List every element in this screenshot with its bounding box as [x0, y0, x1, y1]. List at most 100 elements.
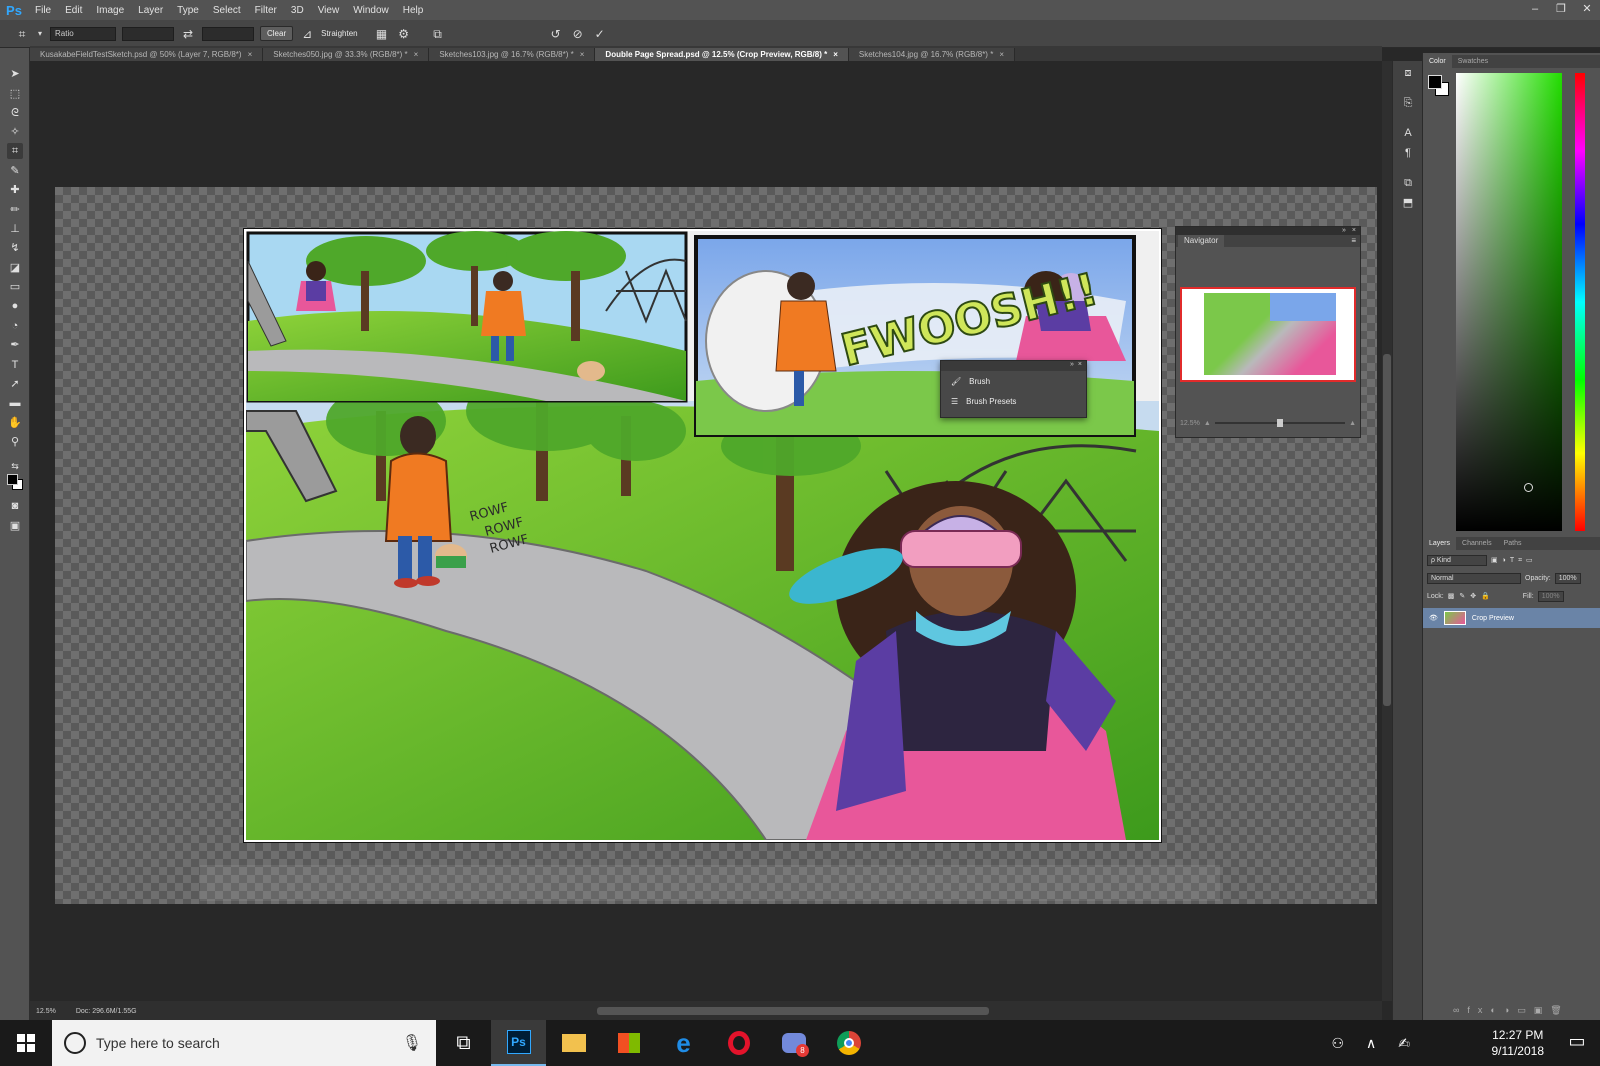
blend-mode-select[interactable]: Normal — [1427, 572, 1521, 584]
hand-tool-icon[interactable]: ✋ — [7, 415, 23, 431]
fill-input[interactable]: 100% — [1537, 590, 1564, 602]
quick-mask-icon[interactable]: ◙ — [7, 498, 23, 514]
minimize-button[interactable]: – — [1522, 2, 1548, 16]
start-button[interactable] — [0, 1020, 52, 1066]
screen-mode-icon[interactable]: ▣ — [7, 518, 23, 534]
comic-artwork[interactable]: ROWF ROWF ROWF FWOOSH!! — [243, 228, 1162, 843]
close-button[interactable]: ✕ — [1574, 2, 1600, 16]
crop-tool-icon[interactable]: ⌗ — [14, 26, 30, 42]
tab-double-page-spread[interactable]: Double Page Spread.psd @ 12.5% (Crop Pre… — [595, 48, 849, 61]
blur-tool-icon[interactable]: ● — [7, 298, 23, 314]
action-center-icon[interactable]: ▭ — [1566, 1031, 1588, 1053]
menu-type[interactable]: Type — [170, 5, 206, 16]
healing-brush-icon[interactable]: ✚ — [7, 182, 23, 198]
collapse-icon[interactable]: » — [1342, 227, 1346, 235]
collapse-icon[interactable]: » — [1070, 361, 1074, 371]
visibility-eye-icon[interactable]: 👁 — [1429, 614, 1438, 622]
discord-button[interactable]: 8 — [766, 1020, 821, 1066]
tab-layers[interactable]: Layers — [1423, 537, 1457, 550]
close-icon[interactable]: × — [580, 50, 585, 59]
menu-3d[interactable]: 3D — [284, 5, 311, 16]
eyedropper-icon[interactable]: ✎ — [7, 163, 23, 179]
magic-wand-icon[interactable]: ✧ — [7, 124, 23, 140]
brush-panel-icon[interactable]: ⧉ — [1400, 175, 1416, 191]
color-swatch[interactable] — [1428, 75, 1450, 97]
menu-layer[interactable]: Layer — [131, 5, 170, 16]
chrome-button[interactable] — [821, 1020, 876, 1066]
color-picker-field[interactable] — [1456, 73, 1562, 531]
photoshop-taskbar-button[interactable]: Ps — [491, 1020, 546, 1066]
chevron-down-icon[interactable]: ▾ — [36, 26, 44, 42]
hue-slider[interactable] — [1575, 73, 1585, 531]
cancel-icon[interactable]: ⊘ — [570, 26, 586, 42]
history-panel-icon[interactable]: ⧈ — [1400, 65, 1416, 81]
marquee-tool-icon[interactable]: ⬚ — [7, 86, 23, 102]
vertical-scroll-thumb[interactable] — [1383, 354, 1391, 706]
straighten-button[interactable]: Straighten — [321, 29, 357, 38]
tab-sketches103[interactable]: Sketches103.jpg @ 16.7% (RGB/8*) * × — [429, 48, 596, 61]
overlay-grid-icon[interactable]: ▦ — [374, 26, 390, 42]
restore-button[interactable]: ❐ — [1548, 2, 1574, 16]
tab-paths[interactable]: Paths — [1498, 537, 1528, 550]
zoom-slider[interactable] — [1214, 419, 1346, 427]
commit-icon[interactable]: ✓ — [592, 26, 608, 42]
taskbar-search[interactable]: Type here to search 🎙 — [52, 1020, 436, 1066]
edge-button[interactable]: e — [656, 1020, 711, 1066]
zoom-level[interactable]: 12.5% — [36, 1008, 56, 1020]
clear-button[interactable]: Clear — [260, 26, 294, 41]
microphone-icon[interactable]: 🎙 — [402, 1033, 422, 1053]
menu-image[interactable]: Image — [89, 5, 131, 16]
paragraph-panel-icon[interactable]: ¶ — [1400, 145, 1416, 161]
panel-menu-icon[interactable]: ≡ — [1351, 235, 1360, 247]
swap-colors-icon[interactable]: ⇆ — [7, 458, 23, 474]
layer-filter-kind[interactable]: ρ Kind — [1427, 554, 1487, 566]
navigator-zoom-value[interactable]: 12.5% — [1180, 420, 1200, 427]
layer-row-crop-preview[interactable]: 👁 Crop Preview — [1423, 608, 1600, 628]
gear-icon[interactable]: ⚙ — [396, 26, 412, 42]
brush-tool-icon[interactable]: ✏ — [7, 202, 23, 218]
pen-workspace-icon[interactable]: ✍ — [1398, 1035, 1410, 1052]
ratio-select[interactable]: Ratio — [50, 26, 116, 41]
character-panel-icon[interactable]: A — [1400, 125, 1416, 141]
ratio-width-input[interactable] — [122, 26, 174, 41]
lasso-tool-icon[interactable]: ᘓ — [7, 105, 23, 121]
brush-presets-item[interactable]: ☰ Brush Presets — [941, 391, 1086, 411]
move-tool-icon[interactable]: ➤ — [7, 66, 23, 82]
menu-window[interactable]: Window — [346, 5, 396, 16]
people-icon[interactable]: ⚇ — [1331, 1035, 1344, 1052]
tab-channels[interactable]: Channels — [1456, 537, 1498, 550]
zoom-out-icon[interactable]: ▲ — [1204, 420, 1211, 427]
pen-tool-icon[interactable]: ✒ — [7, 337, 23, 353]
filter-icons[interactable]: ▣◑T⌗▭ — [1491, 556, 1537, 565]
file-explorer-button[interactable] — [546, 1020, 601, 1066]
opacity-input[interactable]: 100% — [1554, 572, 1581, 584]
ratio-height-input[interactable] — [202, 26, 254, 41]
type-tool-icon[interactable]: T — [7, 357, 23, 373]
zoom-in-icon[interactable]: ▲ — [1349, 420, 1356, 427]
layers-footer-icons[interactable]: ∞fx◐◑▭▣🗑 — [1453, 1005, 1570, 1016]
task-view-button[interactable]: ⧉ — [436, 1020, 491, 1066]
lock-icons[interactable]: ▩✎✥🔒 — [1448, 592, 1495, 600]
close-icon[interactable]: × — [833, 50, 838, 59]
color-picker-cursor[interactable] — [1524, 483, 1533, 492]
rectangle-tool-icon[interactable]: ▬ — [7, 395, 23, 411]
opera-button[interactable] — [711, 1020, 766, 1066]
tab-kusakabe[interactable]: KusakabeFieldTestSketch.psd @ 50% (Layer… — [30, 48, 264, 61]
tab-swatches[interactable]: Swatches — [1452, 55, 1494, 68]
stamp-tool-icon[interactable]: ⊥ — [7, 221, 23, 237]
brush-presets-icon[interactable]: ⬒ — [1400, 195, 1416, 211]
menu-edit[interactable]: Edit — [58, 5, 89, 16]
brush-item[interactable]: 🖌 Brush — [941, 371, 1086, 391]
menu-select[interactable]: Select — [206, 5, 248, 16]
dodge-tool-icon[interactable]: ◔ — [7, 318, 23, 334]
tab-color[interactable]: Color — [1423, 55, 1452, 68]
tab-sketches104[interactable]: Sketches104.jpg @ 16.7% (RGB/8*) * × — [848, 48, 1015, 61]
close-icon[interactable]: × — [414, 50, 419, 59]
menu-file[interactable]: File — [28, 5, 58, 16]
taskbar-clock[interactable]: 12:27 PM 9/11/2018 — [1492, 1020, 1545, 1066]
horizontal-scroll-thumb[interactable] — [597, 1007, 989, 1015]
menu-view[interactable]: View — [311, 5, 347, 16]
tab-sketches050[interactable]: Sketches050.jpg @ 33.3% (RGB/8*) * × — [263, 48, 430, 61]
zoom-slider-knob[interactable] — [1277, 419, 1284, 427]
gradient-icon[interactable]: ▭ — [7, 279, 23, 295]
